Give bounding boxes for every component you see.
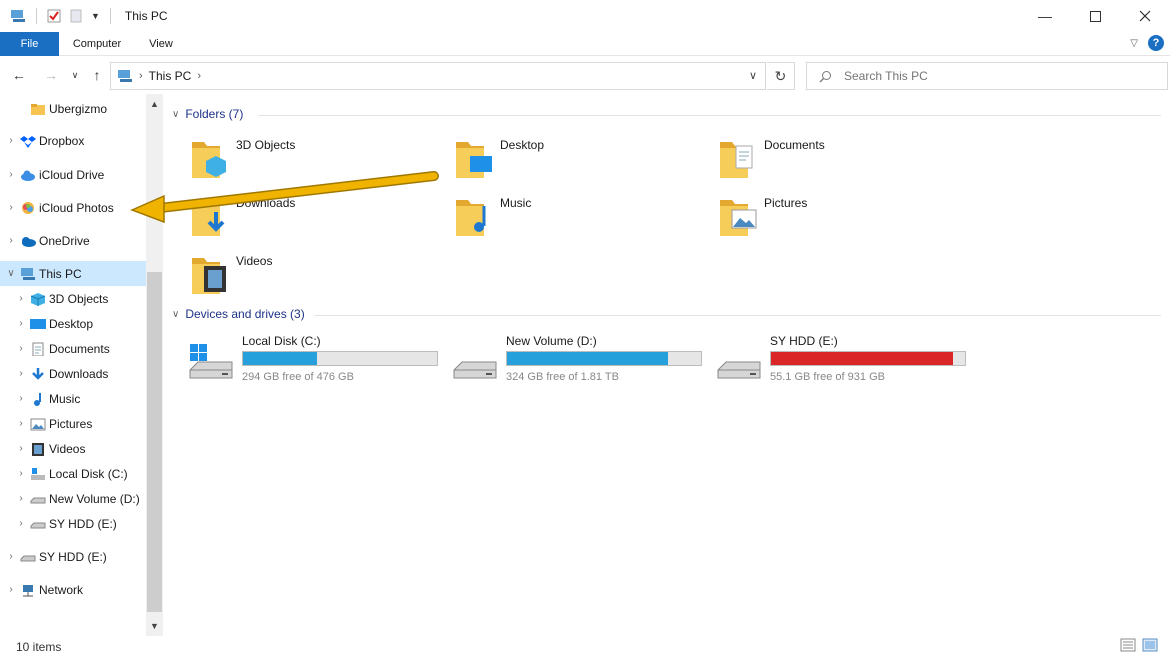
file-explorer-window: ▼ This PC — File Computer View ▽ ? ← → ∨… (0, 0, 1170, 659)
view-toggle (1120, 638, 1158, 652)
details-view-icon[interactable] (1120, 638, 1136, 652)
status-item-count: 10 items (16, 640, 62, 654)
annotation-arrow (130, 171, 439, 224)
large-icons-view-icon[interactable] (1142, 638, 1158, 652)
